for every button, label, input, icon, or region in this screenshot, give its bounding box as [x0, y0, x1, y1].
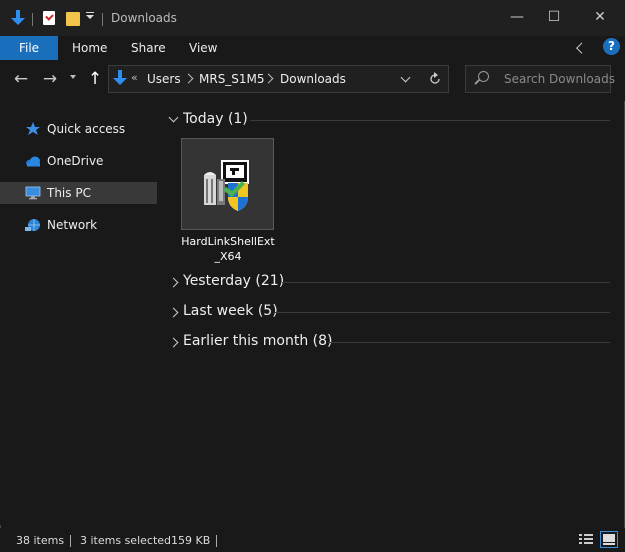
title-separator	[102, 13, 103, 26]
forward-button[interactable]: →	[40, 70, 60, 88]
group-title: Earlier this month (8)	[183, 333, 333, 349]
window-title: Downloads	[111, 11, 177, 25]
group-divider	[250, 120, 610, 121]
search-icon	[478, 71, 489, 82]
sidebar-item-onedrive[interactable]: OneDrive	[0, 150, 157, 172]
new-folder-icon[interactable]	[66, 12, 80, 26]
status-separator	[70, 535, 71, 547]
network-icon	[25, 219, 40, 231]
group-divider	[274, 312, 610, 313]
group-divider	[328, 342, 610, 343]
sidebar-item-this-pc[interactable]: This PC	[0, 182, 157, 204]
customize-toolbar-dropdown-icon[interactable]	[86, 15, 94, 19]
tab-file[interactable]: File	[0, 36, 58, 60]
maximize-button[interactable]: ☐	[543, 6, 565, 28]
customize-toolbar-line	[86, 12, 94, 13]
sidebar-item-label: This PC	[47, 186, 91, 200]
tab-view[interactable]: View	[189, 36, 217, 60]
breadcrumb-user[interactable]: MRS_S1M5	[199, 72, 265, 86]
large-icons-view-icon[interactable]	[600, 531, 618, 548]
recent-locations-chevron-icon[interactable]	[70, 75, 76, 79]
downloads-folder-icon	[113, 70, 127, 85]
expand-chevron-icon[interactable]	[168, 277, 179, 288]
help-button[interactable]: ?	[603, 38, 620, 55]
status-separator	[216, 535, 217, 547]
download-arrow-icon[interactable]	[10, 10, 26, 26]
status-selected-size: 159 KB	[171, 534, 211, 547]
tab-share[interactable]: Share	[131, 36, 166, 60]
status-selected-count: 3 items selected	[80, 534, 172, 547]
file-name[interactable]: HardLinkShellExt _X64	[176, 234, 280, 264]
details-view-icon[interactable]	[577, 531, 595, 548]
sidebar-item-quick-access[interactable]: Quick access	[0, 118, 157, 140]
group-today[interactable]: Today (1)	[166, 108, 610, 132]
group-title: Yesterday (21)	[183, 273, 285, 289]
expand-chevron-icon[interactable]	[168, 337, 179, 348]
group-divider	[282, 282, 610, 283]
up-button[interactable]: ↑	[85, 70, 105, 88]
group-last-week[interactable]: Last week (5)	[166, 300, 610, 324]
breadcrumb-downloads[interactable]: Downloads	[280, 72, 346, 86]
star-icon	[26, 122, 40, 135]
file-name-line: HardLinkShellExt	[181, 235, 275, 248]
group-title: Last week (5)	[183, 303, 278, 319]
quick-access-separator	[32, 13, 33, 26]
properties-icon[interactable]	[43, 11, 55, 25]
sidebar-item-label: OneDrive	[47, 154, 104, 168]
group-yesterday[interactable]: Yesterday (21)	[166, 270, 610, 294]
search-input[interactable]: Search Downloads	[504, 72, 615, 86]
tab-home[interactable]: Home	[72, 36, 107, 60]
breadcrumb-overflow[interactable]: «	[131, 71, 138, 84]
refresh-icon[interactable]	[428, 72, 442, 86]
group-earlier-this-month[interactable]: Earlier this month (8)	[166, 330, 610, 354]
group-title: Today (1)	[183, 111, 248, 127]
back-button[interactable]: ←	[11, 70, 31, 88]
breadcrumb-users[interactable]: Users	[147, 72, 181, 86]
sidebar-item-network[interactable]: Network	[0, 214, 157, 236]
close-button[interactable]: ✕	[589, 6, 611, 28]
computer-icon	[25, 186, 41, 200]
minimize-button[interactable]: —	[506, 6, 528, 28]
status-item-count: 38 items	[16, 534, 65, 547]
installer-icon	[204, 160, 249, 211]
file-item-selected[interactable]	[181, 138, 274, 230]
sidebar-item-label: Network	[47, 218, 98, 232]
expand-chevron-icon[interactable]	[168, 307, 179, 318]
cloud-icon	[26, 156, 40, 167]
sidebar-item-label: Quick access	[47, 122, 126, 136]
file-name-line: _X64	[214, 250, 242, 263]
collapse-chevron-icon[interactable]	[168, 112, 179, 123]
